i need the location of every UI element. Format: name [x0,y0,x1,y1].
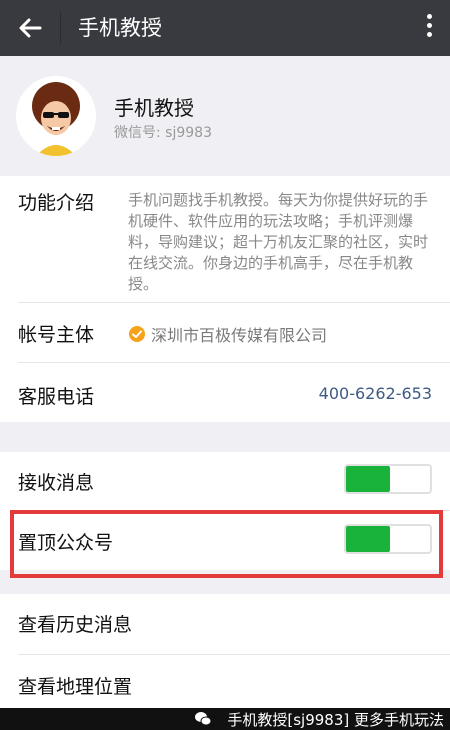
view-history-label: 查看历史消息 [18,614,133,636]
receive-messages-toggle[interactable] [344,464,432,494]
receive-messages-label: 接收消息 [18,472,95,494]
avatar-illustration [16,76,96,156]
more-options-icon[interactable] [424,14,434,42]
intro-text: 手机问题找手机教授。每天为你提供好玩的手机硬件、软件应用的玩法攻略；手机评测爆料… [128,191,429,293]
highlight-box [10,510,443,578]
wechat-icon [195,712,212,726]
verified-check-icon [129,326,145,342]
view-history-row[interactable]: 查看历史消息 [18,606,432,646]
phone-label: 客服电话 [18,386,95,408]
phone-row[interactable]: 客服电话 400-6262-653 [18,376,432,412]
owner-row[interactable]: 帐号主体 深圳市百极传媒有限公司 [18,316,432,352]
info-card: 功能介绍 手机问题找手机教授。每天为你提供好玩的手机硬件、软件应用的玩法攻略；手… [0,176,450,422]
phone-value[interactable]: 400-6262-653 [319,384,432,403]
row-divider [18,654,450,655]
owner-label: 帐号主体 [18,324,95,346]
profile-name: 手机教授 [114,96,194,120]
page-title: 手机教授 [78,16,162,40]
view-location-row[interactable]: 查看地理位置 [18,668,432,704]
toggle-on-fill [346,466,390,492]
intro-label: 功能介绍 [18,192,95,214]
row-divider [18,302,450,303]
appbar-divider [60,12,61,44]
actions-card: 查看历史消息 查看地理位置 [0,594,450,708]
owner-value: 深圳市百极传媒有限公司 [151,326,328,345]
view-location-label: 查看地理位置 [18,676,133,698]
watermark-text: 手机教授[sj9983] 更多手机玩法 [227,711,444,729]
app-bar: 手机教授 [0,0,450,56]
intro-row: 功能介绍 手机问题找手机教授。每天为你提供好玩的手机硬件、软件应用的玩法攻略；手… [18,188,432,298]
watermark-bar: 手机教授[sj9983] 更多手机玩法 [0,708,450,730]
back-arrow-icon[interactable] [16,14,44,42]
owner-value-group: 深圳市百极传媒有限公司 [128,322,327,346]
wechat-id: 微信号: sj9983 [114,125,212,141]
avatar[interactable] [16,76,96,156]
profile-header: 手机教授 微信号: sj9983 [0,56,450,176]
row-divider [18,362,450,363]
